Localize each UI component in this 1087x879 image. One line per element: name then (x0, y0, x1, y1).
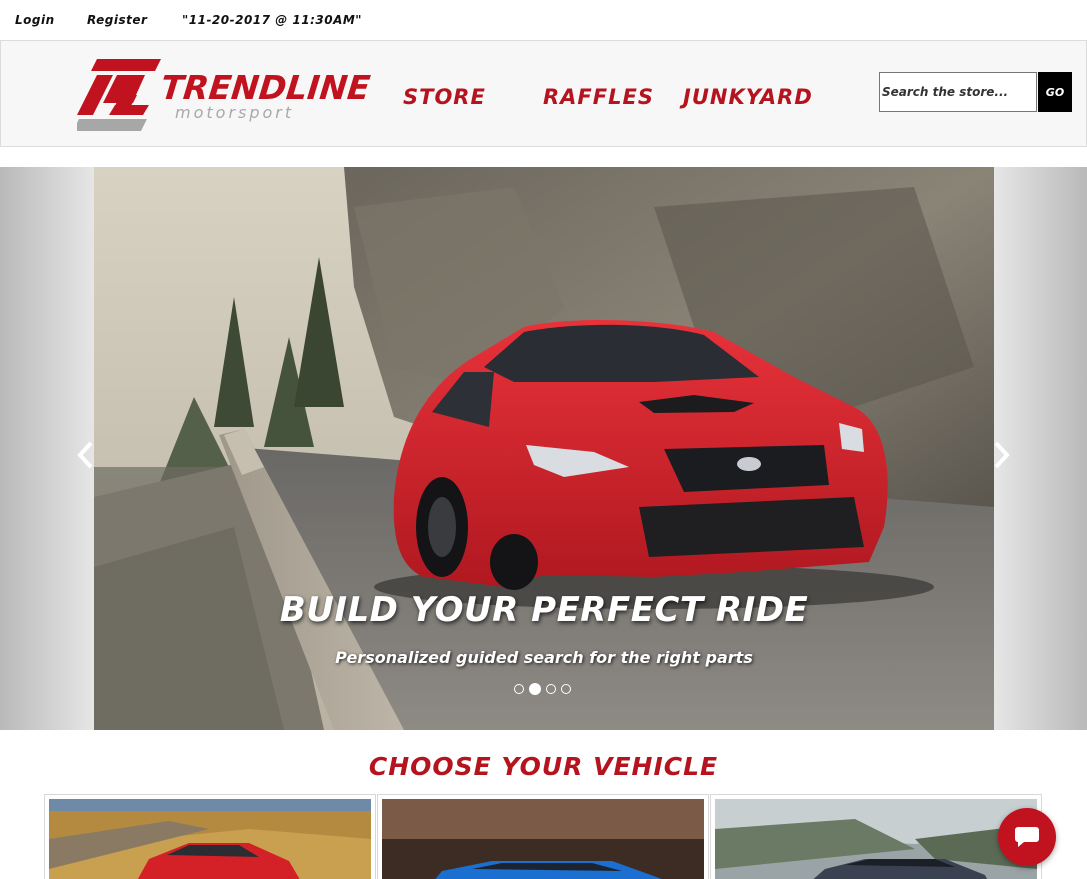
vehicle-card[interactable] (44, 794, 376, 879)
carousel-indicators (514, 683, 571, 695)
chat-bubble-icon (1015, 827, 1039, 847)
vehicle-card-image (715, 799, 1037, 879)
site-header: TRENDLINE motorsport STORE RAFFLES JUNKY… (0, 40, 1087, 147)
vehicle-card[interactable] (710, 794, 1042, 879)
logo-mark-icon (73, 59, 161, 131)
hero-image (94, 167, 994, 730)
carousel-prev-button[interactable] (70, 437, 100, 473)
logo-subtitle: motorsport (175, 103, 295, 122)
hero-carousel: BUILD YOUR PERFECT RIDE Personalized gui… (0, 167, 1087, 730)
nav-junkyard[interactable]: JUNKYARD (683, 85, 813, 109)
register-link[interactable]: Register (87, 13, 147, 27)
choose-vehicle-heading: CHOOSE YOUR VEHICLE (368, 752, 719, 781)
hero-title: BUILD YOUR PERFECT RIDE (279, 590, 809, 630)
trendline-logo[interactable]: TRENDLINE motorsport (73, 57, 372, 133)
hero-subtitle: Personalized guided search for the right… (335, 648, 753, 667)
vehicle-card[interactable] (377, 794, 709, 879)
carousel-indicator-2[interactable] (529, 683, 541, 695)
nav-raffles[interactable]: RAFFLES (543, 85, 654, 109)
chevron-right-icon (994, 441, 1010, 469)
hero-slide: BUILD YOUR PERFECT RIDE Personalized gui… (94, 167, 994, 730)
vehicle-card-image (49, 799, 371, 879)
carousel-indicator-3[interactable] (546, 684, 556, 694)
search-input[interactable] (879, 72, 1037, 112)
chevron-left-icon (77, 441, 93, 469)
carousel-next-button[interactable] (987, 437, 1017, 473)
logo-wordmark: TRENDLINE (158, 68, 373, 107)
search-go-button[interactable]: GO (1038, 72, 1072, 112)
login-link[interactable]: Login (15, 13, 55, 27)
nav-store[interactable]: STORE (403, 85, 486, 109)
chat-button[interactable] (998, 808, 1056, 866)
vehicle-card-image (382, 799, 704, 879)
top-bar: Login Register "11-20-2017 @ 11:30AM" (0, 0, 1087, 40)
carousel-indicator-4[interactable] (561, 684, 571, 694)
event-date: "11-20-2017 @ 11:30AM" (182, 13, 363, 27)
carousel-indicator-1[interactable] (514, 684, 524, 694)
